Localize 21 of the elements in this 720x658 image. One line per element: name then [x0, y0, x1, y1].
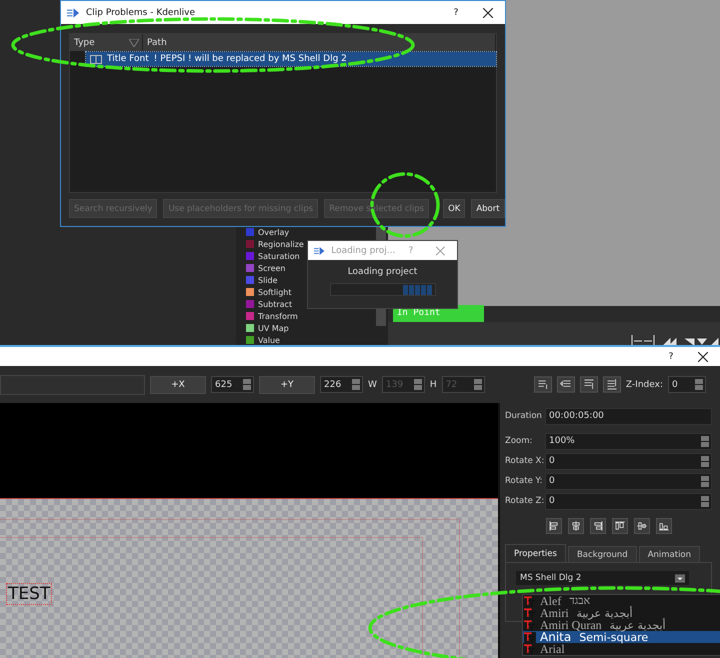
table-cell: Title Font	[107, 54, 149, 64]
loading-message: Loading project	[348, 267, 418, 277]
font-name: Alef	[540, 594, 562, 608]
field-label: Zoom:	[505, 436, 534, 446]
field-label: Rotate X:	[505, 456, 545, 466]
field-label: W	[368, 380, 377, 390]
font-name: Anita	[540, 630, 572, 644]
table-cell: ! PEPSI ! will be replaced by MS Shell Dlg 2	[154, 54, 347, 64]
field-label: Rotate Y:	[505, 476, 544, 486]
field-label: Rotate Z:	[505, 496, 545, 506]
font-sample: אבגד	[569, 595, 590, 607]
font-sample: Semi-square	[579, 630, 648, 644]
font-sample: أبجدية عربية	[576, 606, 632, 620]
field-label: Z-Index:	[626, 380, 663, 390]
window-title: Clip Problems - Kdenlive	[86, 8, 196, 18]
field-label: Duration	[505, 411, 543, 421]
window-title: Loading proj...	[331, 246, 396, 256]
font-name: Amiri	[540, 606, 569, 620]
font-sample: أبجدية عربية	[610, 618, 666, 632]
font-name: Arial	[540, 642, 565, 656]
field-label: H	[430, 380, 437, 390]
